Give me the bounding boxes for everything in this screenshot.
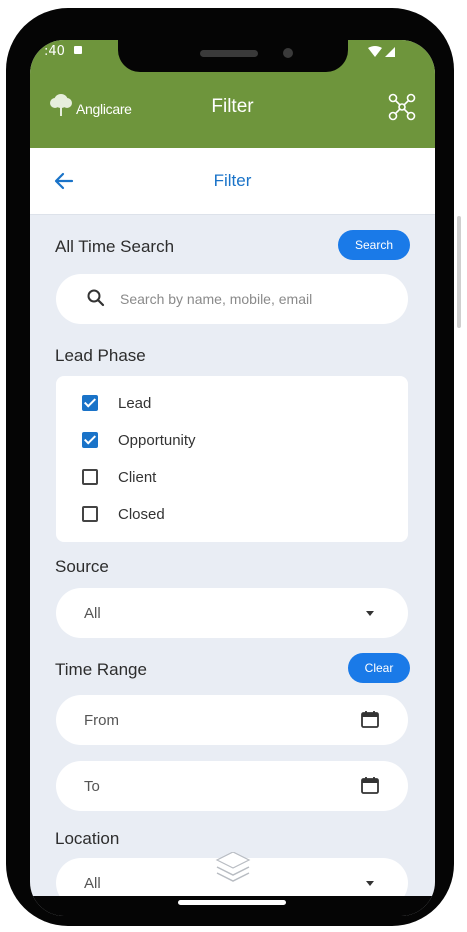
all-time-search-label: All Time Search (55, 237, 175, 256)
header-title: Filter (211, 96, 254, 117)
lead-phase-card: Lead Opportunity Client Closed (56, 376, 408, 542)
calendar-icon[interactable] (360, 775, 380, 795)
status-icons (367, 44, 397, 59)
checkbox-label: Lead (118, 394, 152, 412)
subheader: Filter (30, 148, 435, 215)
to-date-field[interactable]: To (56, 761, 408, 811)
home-indicator[interactable] (178, 900, 286, 905)
from-date-field[interactable]: From (56, 695, 408, 745)
search-placeholder: Search by name, mobile, email (120, 291, 313, 307)
speaker (200, 50, 258, 57)
search-icon (87, 289, 105, 307)
location-label: Location (55, 829, 120, 848)
checkbox-opportunity[interactable]: Opportunity (82, 428, 196, 452)
bottom-bar (30, 896, 435, 916)
checkbox-unchecked[interactable] (82, 506, 98, 522)
calendar-icon[interactable] (360, 709, 380, 729)
scrollbar[interactable] (457, 216, 461, 328)
checkbox-checked[interactable] (82, 432, 98, 448)
source-value: All (84, 605, 101, 622)
checkbox-label: Closed (118, 505, 165, 523)
source-label: Source (55, 557, 109, 576)
camera (283, 48, 293, 58)
chevron-down-icon (366, 881, 374, 886)
lock-icon (74, 46, 82, 54)
checkbox-checked[interactable] (82, 395, 98, 411)
phone-frame: :40 Anglicare Filter Filter All Time Sea… (6, 8, 454, 926)
layers-icon[interactable] (214, 852, 252, 886)
search-input[interactable]: Search by name, mobile, email (56, 274, 408, 324)
chevron-down-icon (366, 611, 374, 616)
status-time: :40 (44, 44, 65, 59)
location-value: All (84, 875, 101, 892)
to-label: To (84, 778, 100, 795)
checkbox-closed[interactable]: Closed (82, 502, 165, 526)
checkbox-client[interactable]: Client (82, 465, 156, 489)
signal-icon (368, 45, 395, 57)
app-screen: :40 Anglicare Filter Filter All Time Sea… (30, 40, 435, 916)
search-button[interactable]: Search (338, 230, 410, 260)
source-dropdown[interactable]: All (56, 588, 408, 638)
phone-notch (118, 40, 348, 72)
checkbox-lead[interactable]: Lead (82, 391, 151, 415)
clear-button[interactable]: Clear (348, 653, 410, 683)
from-label: From (84, 712, 119, 729)
time-range-label: Time Range (55, 660, 147, 679)
lead-phase-label: Lead Phase (55, 346, 146, 365)
checkbox-label: Client (118, 468, 157, 486)
checkbox-unchecked[interactable] (82, 469, 98, 485)
subheader-title: Filter (213, 171, 252, 190)
network-icon[interactable] (387, 92, 417, 122)
checkbox-label: Opportunity (118, 431, 196, 449)
